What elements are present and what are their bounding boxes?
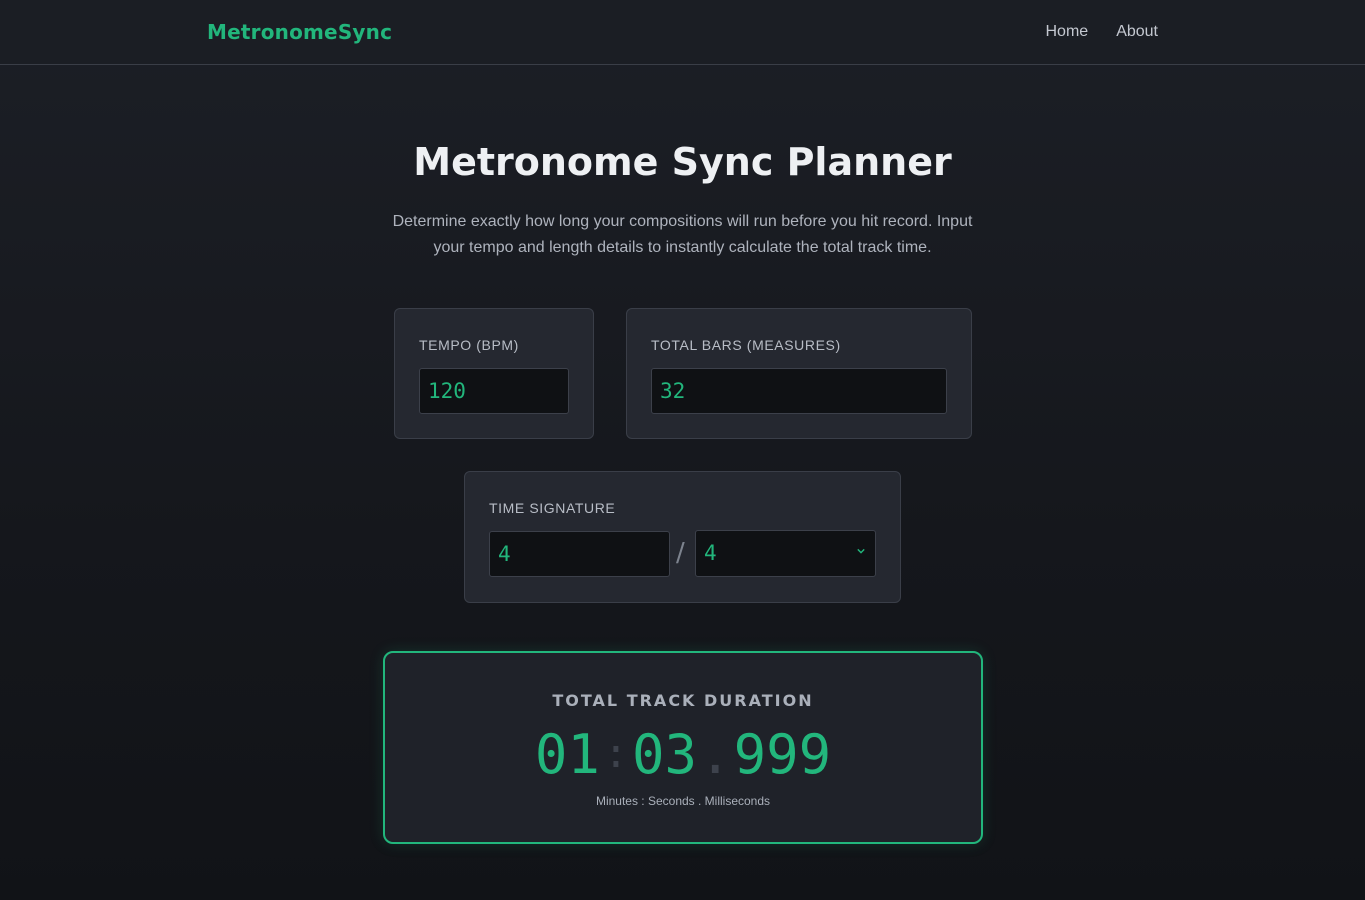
duration-minutes: 01 (534, 723, 600, 786)
duration-milliseconds: 999 (733, 723, 832, 786)
tempo-card: Tempo (BPM) (394, 308, 594, 439)
tempo-input[interactable] (419, 368, 569, 414)
time-signature-card: Time Signature / 4 (464, 471, 901, 603)
bars-label: Total Bars (Measures) (651, 337, 841, 353)
result-title: TOTAL TRACK DURATION (552, 691, 814, 710)
seconds-ms-separator: . (699, 723, 732, 786)
time-signature-slash: / (676, 538, 685, 568)
beats-per-bar-input[interactable] (489, 531, 670, 577)
bars-card: Total Bars (Measures) (626, 308, 972, 439)
bars-input[interactable] (651, 368, 947, 414)
brand-logo[interactable]: MetronomeSync (207, 20, 392, 44)
nav-link-home[interactable]: Home (1046, 23, 1089, 41)
chevron-down-icon (857, 548, 865, 554)
duration-display: 01:03.999 (385, 723, 981, 786)
result-panel: TOTAL TRACK DURATION 01:03.999 Minutes :… (383, 651, 983, 844)
note-value-select[interactable]: 4 (695, 530, 876, 577)
navbar: MetronomeSync Home About (0, 0, 1365, 65)
tempo-label: Tempo (BPM) (419, 337, 519, 353)
nav-link-about[interactable]: About (1116, 23, 1158, 41)
page-title: Metronome Sync Planner (413, 140, 952, 184)
time-signature-label: Time Signature (489, 500, 616, 516)
duration-caption: Minutes : Seconds . Milliseconds (595, 794, 771, 808)
minutes-seconds-separator: : (603, 731, 629, 777)
nav-links: Home About (1046, 23, 1159, 41)
duration-seconds: 03 (632, 723, 698, 786)
note-value-selected: 4 (704, 541, 717, 565)
page-subtitle: Determine exactly how long your composit… (392, 213, 973, 256)
